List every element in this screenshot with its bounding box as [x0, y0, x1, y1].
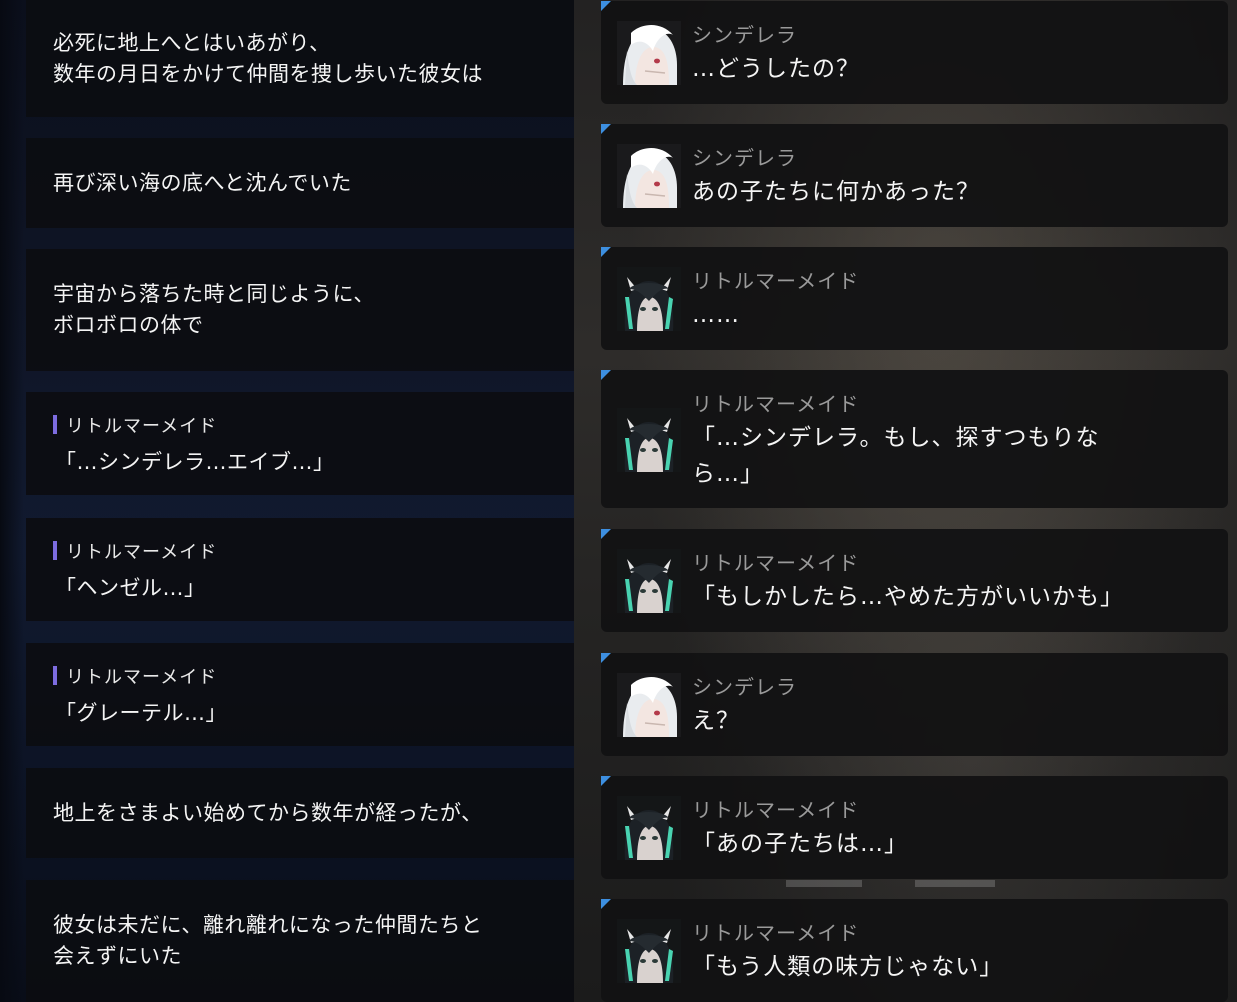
- corner-accent: [601, 370, 611, 380]
- cinderella-avatar: [617, 21, 681, 85]
- speaker-name: リトルマーメイド: [692, 269, 860, 293]
- narration-text: 地上をさまよい始めてから数年が経ったが、: [53, 800, 483, 825]
- little-mermaid-avatar: [617, 549, 681, 613]
- speaker-name: シンデレラ: [692, 23, 797, 47]
- message-card: シンデレラ え？: [601, 653, 1228, 756]
- narration-text: 再び深い海の底へと沈んでいた: [53, 170, 352, 195]
- corner-accent: [601, 899, 611, 909]
- message-card: リトルマーメイド 「もしかしたら…やめた方がいいかも」: [601, 529, 1228, 632]
- dialogue-text: 「ヘンゼル…」: [55, 575, 206, 600]
- message-text: あの子たちに何かあった？: [692, 179, 980, 205]
- corner-accent: [601, 776, 611, 786]
- corner-accent: [601, 653, 611, 663]
- narration-text: 彼女は未だに、離れ離れになった仲間たちと 会えずにいた: [53, 913, 483, 968]
- little-mermaid-avatar: [617, 796, 681, 860]
- speaker-row: リトルマーメイド: [53, 663, 574, 689]
- background-detail: [786, 880, 862, 887]
- message-text: 「もう人類の味方じゃない」: [692, 954, 1004, 980]
- speaker-marker: [53, 541, 57, 560]
- speaker-name: リトルマーメイド: [66, 415, 218, 437]
- background-detail: [915, 880, 995, 887]
- dialogue-entry: リトルマーメイド 「ヘンゼル…」: [26, 518, 574, 621]
- corner-accent: [601, 247, 611, 257]
- dialogue-entry: リトルマーメイド 「…シンデレラ…エイブ…」: [26, 392, 574, 495]
- cinderella-avatar: [617, 673, 681, 737]
- little-mermaid-avatar: [617, 267, 681, 331]
- dialogue-text: 「グレーテル…」: [55, 700, 227, 725]
- speaker-marker: [53, 666, 57, 685]
- story-log-panel: 必死に地上へとはいあがり、 数年の月日をかけて仲間を捜し歩いた彼女は 再び深い海…: [0, 0, 574, 1002]
- message-text: 「…シンデレラ。もし、探すつもりな ら…」: [692, 425, 1100, 487]
- message-text: …どうしたの？: [692, 56, 860, 82]
- narration-text: 宇宙から落ちた時と同じように、 ボロボロの体で: [53, 282, 375, 337]
- message-card: リトルマーメイド ……: [601, 247, 1228, 350]
- speaker-row: リトルマーメイド: [53, 412, 574, 438]
- narration-entry: 宇宙から落ちた時と同じように、 ボロボロの体で: [26, 249, 574, 371]
- narration-entry: 再び深い海の底へと沈んでいた: [26, 138, 574, 228]
- message-card: リトルマーメイド 「…シンデレラ。もし、探すつもりな ら…」: [601, 370, 1228, 508]
- dialogue-text: 「…シンデレラ…エイブ…」: [55, 449, 335, 474]
- message-text: 「もしかしたら…やめた方がいいかも」: [692, 584, 1124, 610]
- speaker-name: リトルマーメイド: [66, 541, 218, 563]
- corner-accent: [601, 1, 611, 11]
- dialogue-entry: リトルマーメイド 「グレーテル…」: [26, 643, 574, 746]
- little-mermaid-avatar: [617, 408, 681, 472]
- message-card: リトルマーメイド 「もう人類の味方じゃない」: [601, 899, 1228, 1002]
- speaker-name: リトルマーメイド: [66, 666, 218, 688]
- speaker-marker: [53, 415, 57, 434]
- message-card: リトルマーメイド 「あの子たちは…」: [601, 776, 1228, 879]
- speaker-name: リトルマーメイド: [692, 798, 860, 822]
- corner-accent: [601, 124, 611, 134]
- little-mermaid-avatar: [617, 919, 681, 983]
- message-text: え？: [692, 708, 740, 734]
- corner-accent: [601, 529, 611, 539]
- speaker-name: リトルマーメイド: [692, 921, 860, 945]
- narration-text: 必死に地上へとはいあがり、 数年の月日をかけて仲間を捜し歩いた彼女は: [53, 30, 483, 86]
- speaker-row: リトルマーメイド: [53, 538, 574, 564]
- narration-entry: 彼女は未だに、離れ離れになった仲間たちと 会えずにいた: [26, 880, 574, 1002]
- speaker-name: リトルマーメイド: [692, 392, 860, 416]
- cinderella-avatar: [617, 144, 681, 208]
- narration-entry: 地上をさまよい始めてから数年が経ったが、: [26, 768, 574, 858]
- speaker-name: リトルマーメイド: [692, 551, 860, 575]
- message-text: ……: [692, 302, 740, 328]
- speaker-name: シンデレラ: [692, 675, 797, 699]
- message-card: シンデレラ あの子たちに何かあった？: [601, 124, 1228, 227]
- narration-entry: 必死に地上へとはいあがり、 数年の月日をかけて仲間を捜し歩いた彼女は: [26, 0, 574, 117]
- message-text: 「あの子たちは…」: [692, 831, 908, 857]
- message-card: シンデレラ …どうしたの？: [601, 1, 1228, 104]
- speaker-name: シンデレラ: [692, 146, 797, 170]
